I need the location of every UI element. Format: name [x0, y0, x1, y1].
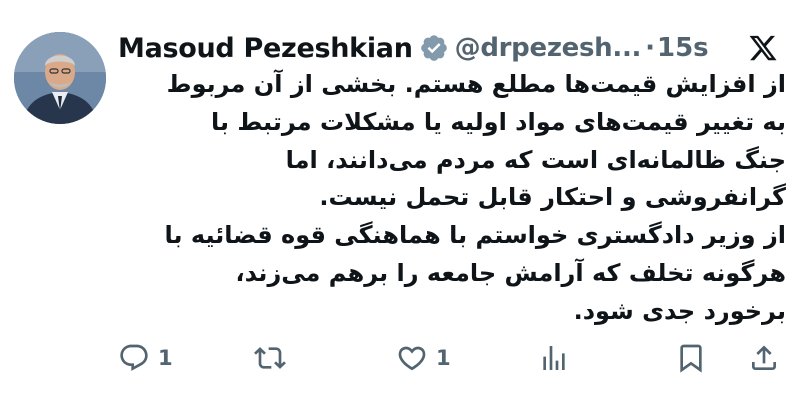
timestamp[interactable]: 15s — [657, 33, 709, 63]
author-handle[interactable]: @drpezesh... — [455, 33, 642, 63]
views-icon — [543, 346, 565, 370]
repost-button[interactable] — [254, 335, 286, 381]
tweet-header: Masoud Pezeshkian @drpezesh... · 15s — [118, 28, 709, 68]
author-name[interactable]: Masoud Pezeshkian — [118, 33, 413, 64]
separator-dot: · — [645, 33, 655, 63]
tweet-text-line: گرانفروشی و احتکار قابل تحمل نیست. — [319, 183, 786, 212]
reply-button[interactable]: 1 — [118, 335, 173, 381]
avatar[interactable] — [14, 32, 106, 124]
reply-count: 1 — [158, 346, 173, 370]
tweet-text-line: هرگونه تخلف که آرامش جامعه را برهم می‌زن… — [235, 258, 786, 287]
reply-icon — [120, 344, 148, 371]
tweet-text-line: از افزایش قیمت‌ها مطلع هستم. بخشی از آن … — [166, 70, 786, 98]
tweet-card: Masoud Pezeshkian @drpezesh... · 15s از … — [0, 0, 800, 406]
heart-icon — [398, 346, 426, 371]
tweet-text-line: از وزیر دادگستری خواستم با هماهنگی قوه ق… — [164, 221, 786, 250]
x-logo-icon[interactable] — [748, 33, 778, 63]
tweet-text-line: جنگ ظالمانه‌ای است که مردم می‌دانند، اما — [285, 145, 786, 174]
share-button[interactable] — [748, 335, 780, 381]
like-button[interactable]: 1 — [396, 335, 451, 381]
share-icon — [752, 345, 776, 370]
avatar-photo — [14, 32, 106, 124]
views-button[interactable] — [538, 335, 570, 381]
bookmark-icon — [680, 344, 702, 373]
verified-badge-icon — [419, 33, 449, 63]
tweet-text: از افزایش قیمت‌ها مطلع هستم. بخشی از آن … — [118, 66, 786, 331]
bookmark-button[interactable] — [675, 335, 707, 381]
tweet-text-line: برخورد جدی شود. — [573, 296, 786, 325]
repost-icon — [254, 347, 286, 369]
action-bar: 1 1 — [0, 335, 800, 381]
like-count: 1 — [436, 346, 451, 370]
tweet-text-line: به تغییر قیمت‌های مواد اولیه یا مشکلات م… — [210, 107, 786, 136]
